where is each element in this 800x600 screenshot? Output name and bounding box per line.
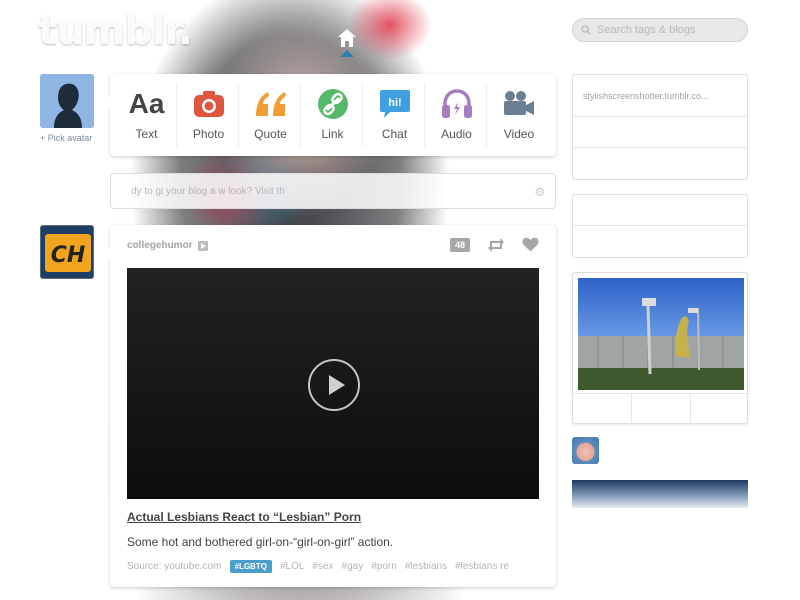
post-tag[interactable]: #porn bbox=[371, 561, 397, 572]
post-type-bar: Aa Text Photo Quote Link hi! Chat Audio bbox=[103, 74, 556, 156]
post-type-label: Chat bbox=[381, 127, 408, 141]
post-tag[interactable]: #sex bbox=[312, 561, 333, 572]
radar-photo[interactable] bbox=[578, 278, 744, 390]
sidebar-row[interactable] bbox=[573, 195, 747, 226]
post-tag[interactable]: #LOL bbox=[280, 561, 304, 572]
text-icon: Aa bbox=[128, 88, 165, 119]
customize-notice: dy to gi your blog a w look? Visit th ⚙ bbox=[110, 173, 556, 209]
featured-tag[interactable]: #LGBTQ bbox=[229, 560, 272, 573]
follow-icon[interactable] bbox=[197, 240, 208, 251]
tumblr-logo[interactable]: tumblr. bbox=[38, 8, 193, 54]
author-name[interactable]: collegehumor bbox=[127, 240, 193, 251]
user-avatar[interactable] bbox=[40, 74, 94, 128]
default-avatar-silhouette-icon bbox=[40, 74, 94, 128]
post-tag[interactable]: #lesbians bbox=[405, 561, 447, 572]
sidebar-row[interactable] bbox=[573, 226, 747, 257]
sidebar-blog-box: stylishscreenshotter.tumblr.co... bbox=[572, 74, 748, 180]
sidebar-blog-url[interactable]: stylishscreenshotter.tumblr.co... bbox=[573, 75, 747, 117]
notice-text: dy to gi your blog a w look? Visit th bbox=[131, 185, 285, 197]
video-camera-icon bbox=[502, 87, 536, 121]
sidebar-banner[interactable] bbox=[572, 480, 748, 508]
post-type-label: Text bbox=[135, 127, 158, 141]
post-type-chat[interactable]: hi! Chat bbox=[365, 83, 425, 147]
note-count-badge[interactable]: 48 bbox=[450, 238, 470, 252]
search-box[interactable] bbox=[572, 18, 748, 42]
post-title-link[interactable]: Actual Lesbians React to “Lesbian” Porn bbox=[127, 510, 361, 524]
link-icon bbox=[317, 87, 349, 121]
post-source[interactable]: Source: youtube.com bbox=[127, 561, 222, 572]
post-type-video[interactable]: Video bbox=[489, 83, 549, 147]
dashboard-post: collegehumor 48 Actual Lesbians React to… bbox=[103, 225, 556, 587]
photo-action-cell[interactable] bbox=[573, 394, 632, 424]
video-player[interactable] bbox=[127, 268, 539, 499]
sidebar-row[interactable] bbox=[573, 148, 747, 179]
post-author[interactable]: collegehumor bbox=[127, 240, 208, 251]
photo-action-cell[interactable] bbox=[691, 394, 749, 424]
post-tag[interactable]: #lesbians re bbox=[455, 561, 509, 572]
active-tab-indicator bbox=[340, 50, 354, 57]
post-tag[interactable]: #gay bbox=[342, 561, 364, 572]
play-icon[interactable] bbox=[308, 359, 360, 411]
heart-icon[interactable] bbox=[522, 237, 539, 252]
radar-photo-box[interactable] bbox=[572, 272, 749, 424]
search-icon bbox=[581, 25, 591, 35]
post-type-label: Link bbox=[321, 127, 344, 141]
camera-icon bbox=[193, 87, 225, 121]
gear-icon[interactable]: ⚙ bbox=[534, 185, 545, 199]
photo-actions-row bbox=[573, 393, 749, 424]
radar-photo-scene bbox=[578, 298, 744, 390]
post-type-audio[interactable]: Audio bbox=[427, 83, 487, 147]
sidebar-activity-box bbox=[572, 194, 748, 258]
collegehumor-avatar[interactable]: CH bbox=[40, 225, 94, 279]
post-type-photo[interactable]: Photo bbox=[179, 83, 239, 147]
post-type-label: Photo bbox=[192, 127, 225, 141]
post-description: Some hot and bothered girl-on-“girl-on-g… bbox=[127, 535, 394, 549]
post-type-text[interactable]: Aa Text bbox=[117, 83, 177, 147]
quote-icon bbox=[254, 87, 288, 121]
photo-action-cell[interactable] bbox=[632, 394, 691, 424]
post-type-link[interactable]: Link bbox=[303, 83, 363, 147]
post-type-label: Audio bbox=[441, 127, 472, 141]
search-input[interactable] bbox=[597, 24, 737, 36]
headphones-icon bbox=[441, 87, 473, 121]
post-footer: Source: youtube.com #LGBTQ #LOL #sex #ga… bbox=[127, 560, 539, 573]
sidebar-row[interactable] bbox=[573, 117, 747, 148]
svg-text:hi!: hi! bbox=[388, 97, 401, 109]
post-type-label: Video bbox=[503, 127, 535, 141]
collegehumor-logo: CH bbox=[41, 226, 93, 278]
recommended-blog-avatar[interactable] bbox=[572, 437, 599, 464]
chat-icon: hi! bbox=[378, 87, 412, 121]
svg-text:CH: CH bbox=[51, 243, 86, 268]
pick-avatar-link[interactable]: + Pick avatar bbox=[40, 133, 92, 143]
post-type-quote[interactable]: Quote bbox=[241, 83, 301, 147]
reblog-icon[interactable] bbox=[487, 237, 505, 253]
post-type-label: Quote bbox=[254, 127, 287, 141]
